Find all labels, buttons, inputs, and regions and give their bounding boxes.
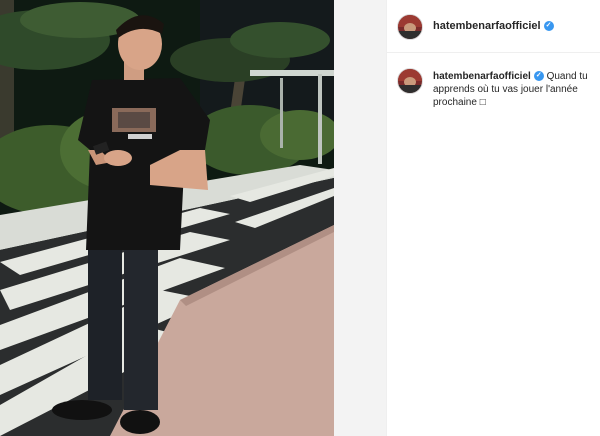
- photo-scene: [0, 0, 334, 436]
- instagram-post: hatembenarfaofficiel ✓ hatembenarfaoffici…: [0, 0, 600, 436]
- avatar[interactable]: [397, 14, 423, 40]
- post-header: hatembenarfaofficiel ✓: [387, 0, 600, 53]
- header-username[interactable]: hatembenarfaofficiel: [433, 20, 541, 32]
- post-caption: hatembenarfaofficiel ✓ Quand tu apprends …: [433, 70, 593, 109]
- gutter: [334, 0, 386, 436]
- post-photo[interactable]: [0, 0, 334, 436]
- caption-username[interactable]: hatembenarfaofficiel: [433, 71, 531, 82]
- verified-badge-icon: ✓: [533, 71, 544, 82]
- verified-badge-icon: ✓: [543, 21, 554, 32]
- caption-emoji: □: [479, 97, 486, 108]
- post-sidebar: hatembenarfaofficiel ✓ hatembenarfaoffici…: [386, 0, 600, 436]
- caption-avatar[interactable]: [397, 68, 423, 94]
- header-username-row: hatembenarfaofficiel ✓: [433, 20, 554, 32]
